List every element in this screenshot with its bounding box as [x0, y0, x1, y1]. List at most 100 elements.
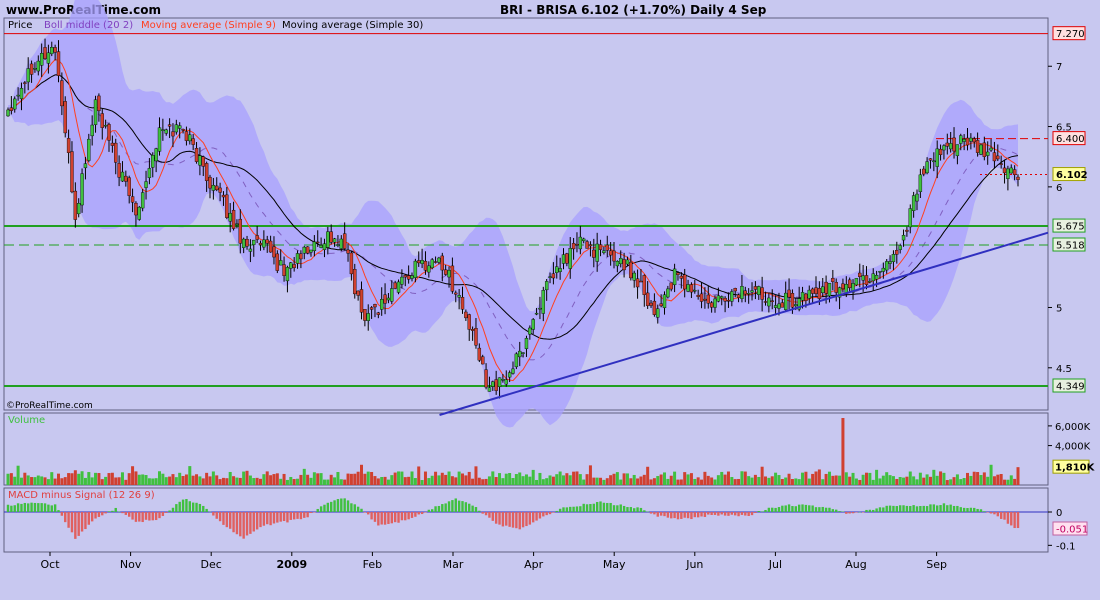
candle-body — [709, 302, 714, 308]
macd-current-label: -0.051 — [1056, 525, 1088, 536]
candle-body — [925, 161, 929, 174]
candle-body — [592, 249, 596, 258]
macd-bar — [636, 507, 639, 512]
volume-title: Volume — [8, 415, 45, 426]
candle-body — [255, 235, 259, 240]
candle-body — [100, 113, 104, 128]
macd-bar — [266, 512, 269, 525]
candle-body — [911, 195, 916, 211]
macd-bar — [888, 505, 892, 512]
candle-body — [736, 294, 741, 298]
candle-body — [491, 381, 495, 387]
macd-bar — [801, 504, 804, 512]
volume-bar — [881, 475, 885, 485]
volume-bar — [333, 477, 337, 485]
macd-bar — [111, 510, 114, 512]
candle-body — [558, 268, 562, 272]
candle-body — [908, 208, 912, 228]
candle-body — [225, 194, 229, 218]
candle-body — [268, 240, 273, 253]
volume-bar — [242, 471, 246, 485]
volume-bar — [582, 479, 586, 485]
candle-body — [982, 142, 987, 157]
volume-bar — [154, 478, 158, 485]
candle-body — [332, 238, 337, 243]
volume-bar — [841, 418, 845, 485]
macd-bar — [205, 508, 208, 512]
macd-bar — [464, 502, 468, 512]
candle-body — [447, 270, 451, 278]
candle-body — [918, 174, 923, 192]
volume-bar — [60, 478, 64, 485]
volume-bar — [851, 472, 855, 485]
candle-body — [380, 299, 384, 310]
macd-bar — [249, 512, 252, 534]
candle-body — [608, 250, 613, 256]
macd-bar — [87, 512, 90, 525]
macd-bar — [343, 498, 346, 512]
candle-body — [602, 250, 606, 253]
macd-bar — [138, 512, 141, 522]
volume-bar — [922, 477, 926, 485]
macd-bar — [535, 512, 538, 521]
volume-bar — [548, 475, 552, 485]
volume-bar — [30, 477, 34, 485]
candle-body — [103, 124, 108, 127]
volume-bar — [555, 474, 559, 485]
macd-bar — [229, 512, 232, 529]
volume-bar — [827, 471, 831, 485]
macd-bar — [626, 507, 629, 512]
candle-body — [346, 249, 350, 254]
candle-body — [275, 253, 280, 271]
volume-bar — [461, 473, 464, 485]
candle-body — [188, 134, 192, 142]
candle-body — [339, 238, 343, 249]
macd-bar — [824, 507, 828, 512]
volume-bar — [43, 477, 47, 485]
candle-body — [289, 262, 293, 269]
macd-bar — [696, 512, 700, 518]
price-label-text: 5.518 — [1056, 240, 1085, 251]
price-tick-label: 7 — [1056, 62, 1062, 73]
candle-body — [878, 270, 882, 273]
macd-bar — [690, 512, 693, 520]
volume-bar — [989, 464, 993, 485]
candle-body — [427, 265, 431, 273]
volume-bar — [131, 466, 135, 485]
volume-bar — [397, 471, 401, 485]
candle-body — [507, 372, 512, 378]
macd-bar — [720, 512, 723, 515]
candle-body — [302, 246, 306, 254]
volume-bar — [16, 465, 20, 485]
macd-bar — [346, 500, 350, 512]
candle-body — [1012, 169, 1017, 175]
candle-body — [841, 283, 845, 289]
volume-bar — [865, 472, 868, 485]
macd-bar — [1006, 512, 1010, 524]
x-tick-label: Mar — [443, 558, 464, 571]
volume-bar — [764, 476, 767, 485]
macd-bar — [434, 506, 437, 512]
macd-bar — [131, 512, 134, 520]
volume-bar — [740, 471, 744, 485]
volume-bar — [6, 473, 10, 485]
macd-bar — [757, 511, 760, 512]
candle-body — [945, 142, 949, 147]
volume-bar — [1003, 479, 1007, 485]
macd-bar — [572, 506, 575, 512]
macd-bar — [946, 505, 949, 512]
volume-bar — [484, 478, 488, 485]
x-tick-label: Apr — [524, 558, 544, 571]
legend-price: Price — [8, 20, 32, 31]
macd-bar — [336, 499, 340, 512]
candle-body — [329, 231, 333, 243]
macd-bar — [1016, 512, 1020, 529]
macd-bar — [555, 510, 558, 512]
macd-bar — [811, 505, 814, 512]
macd-bar — [74, 512, 77, 539]
candle-body — [635, 278, 640, 288]
macd-bar — [633, 508, 636, 512]
volume-bar — [639, 476, 643, 485]
volume-bar — [885, 472, 889, 485]
macd-bar — [855, 512, 858, 513]
